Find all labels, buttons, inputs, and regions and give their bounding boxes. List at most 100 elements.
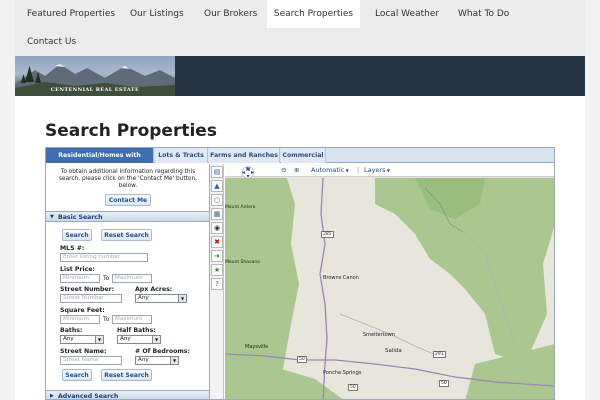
baths-label: Baths: (60, 327, 83, 334)
chevron-down-icon: ▼ (385, 168, 390, 173)
search-panel: To obtain additional information regardi… (46, 164, 210, 399)
sqft-to-text: To (103, 316, 110, 323)
help-icon[interactable]: ? (211, 278, 223, 290)
chart-bar-icon[interactable]: ▤ (211, 166, 223, 178)
property-search-app: Residential/Homes with Acreage Lots & Tr… (45, 147, 555, 400)
basic-search-header[interactable]: ▼ Basic Search (46, 211, 209, 222)
nav-label: Search Properties (273, 9, 354, 19)
map-type-label: Automatic (311, 166, 345, 174)
map-label-smeltertown: Smeltertown (363, 332, 395, 338)
map-view[interactable]: Browns Canon Smeltertown Salida Maysvill… (225, 164, 554, 399)
circle-icon[interactable]: ○ (211, 194, 223, 206)
page-title: Search Properties (45, 121, 217, 141)
tab-residential[interactable]: Residential/Homes with Acreage (46, 148, 154, 174)
nav-what-to-do[interactable]: What To Do (458, 9, 509, 19)
layers-label: Layers (364, 166, 386, 174)
category-tabs: Residential/Homes with Acreage Lots & Tr… (46, 148, 554, 174)
chevron-down-icon: ▼ (178, 295, 186, 302)
advanced-search-header[interactable]: ▶ Advanced Search (46, 390, 209, 399)
close-icon[interactable]: ✖ (211, 236, 223, 248)
select-value: Any (138, 357, 149, 363)
tab-lots-tracts[interactable]: Lots & Tracts (155, 148, 208, 163)
select-value: Any (138, 295, 149, 301)
nav-search-properties[interactable]: Search Properties (267, 0, 360, 28)
sqft-max-input[interactable]: Maximum (112, 315, 152, 324)
street-name-input[interactable]: Street Name (60, 356, 122, 365)
mls-label: MLS #: (60, 245, 85, 252)
expand-triangle-icon: ▶ (50, 393, 54, 399)
site-banner: CENTENNIAL REAL ESTATE (15, 56, 585, 96)
contact-info-text: To obtain additional information regardi… (59, 169, 197, 189)
nav-label: Featured Properties (27, 9, 116, 19)
apx-acres-select[interactable]: Any ▼ (135, 294, 187, 303)
apx-acres-label: Apx Acres: (135, 286, 173, 293)
road-shield-285: 285 (321, 231, 334, 238)
street-number-label: Street Number: (60, 286, 115, 293)
reset-search-button[interactable]: Reset Search (101, 229, 152, 241)
search-button[interactable]: Search (62, 229, 92, 241)
bedrooms-label: # Of Bedrooms: (135, 348, 190, 355)
nav-local-weather[interactable]: Local Weather (375, 9, 439, 19)
tab-commercial[interactable]: Commercial (281, 148, 326, 163)
map-toolbar: N ⊖ ⊕ Automatic ▼ | Layers ▼ (225, 164, 554, 179)
collapse-triangle-icon: ▼ (50, 214, 54, 220)
star-icon[interactable]: ★ (211, 264, 223, 276)
half-baths-label: Half Baths: (117, 327, 156, 334)
road-shield-50-b: 50 (348, 384, 358, 391)
nav-label: Local Weather (375, 9, 440, 19)
nav-label: What To Do (458, 9, 510, 19)
half-baths-select[interactable]: Any ▼ (117, 335, 161, 344)
map-label-mount-shavano: Mount Shavano (225, 260, 261, 265)
binoculars-icon[interactable]: ◉ (211, 222, 223, 234)
basic-search-title: Basic Search (58, 214, 103, 221)
select-value: Any (120, 336, 131, 342)
price-to-text: To (103, 275, 110, 282)
page: Featured Properties Our Listings Our Bro… (0, 0, 600, 400)
street-name-label: Street Name: (60, 348, 107, 355)
compass-control[interactable]: N (237, 164, 259, 179)
nav-featured-properties[interactable]: Featured Properties (27, 9, 115, 19)
nav-contact-us[interactable]: Contact Us (27, 37, 76, 47)
map-tool-strip: ▤ ▲ ○ ▦ ◉ ✖ ➜ ★ ? (210, 164, 224, 399)
terrain-map-image (225, 164, 554, 399)
nav-our-brokers[interactable]: Our Brokers (204, 9, 257, 19)
square-feet-label: Square Feet: (60, 307, 105, 314)
sqft-min-input[interactable]: Minimum (60, 315, 100, 324)
nav-label: Our Listings (130, 9, 184, 19)
select-value: Any (63, 336, 74, 342)
main-content: Search Properties Residential/Homes with… (15, 96, 585, 400)
zoom-out-icon[interactable]: ⊖ (281, 164, 286, 177)
chevron-down-icon: ▼ (344, 168, 349, 173)
grid-icon[interactable]: ▦ (211, 208, 223, 220)
search-button-bottom[interactable]: Search (62, 369, 92, 381)
road-shield-50-c: 50 (439, 380, 449, 387)
compass-north-label: N (246, 167, 251, 173)
baths-select[interactable]: Any ▼ (60, 335, 104, 344)
map-type-select[interactable]: Automatic ▼ (311, 164, 349, 177)
chart-area-icon[interactable]: ▲ (211, 180, 223, 192)
layers-menu[interactable]: Layers ▼ (364, 164, 390, 177)
road-shield-50-a: 50 (297, 356, 307, 363)
road-shield-291: 291 (433, 351, 446, 358)
logo-text: CENTENNIAL REAL ESTATE (50, 87, 140, 93)
price-max-input[interactable]: Maximum (112, 274, 152, 283)
mls-input[interactable]: Enter listing number (60, 253, 148, 262)
nav-our-listings[interactable]: Our Listings (130, 9, 184, 19)
main-nav: Featured Properties Our Listings Our Bro… (15, 0, 585, 56)
map-label-poncha-springs: Poncha Springs (323, 370, 362, 376)
contact-me-button[interactable]: Contact Me (105, 194, 151, 206)
bedrooms-select[interactable]: Any ▼ (135, 356, 179, 365)
separator: | (357, 166, 360, 174)
chevron-down-icon: ▼ (95, 336, 103, 343)
street-number-input[interactable]: Street Number (60, 294, 122, 303)
zoom-in-icon[interactable]: ⊕ (294, 164, 299, 177)
sign-icon[interactable]: ➜ (211, 250, 223, 262)
site-logo[interactable]: CENTENNIAL REAL ESTATE (15, 56, 175, 96)
price-min-input[interactable]: Minimum (60, 274, 100, 283)
reset-search-button-bottom[interactable]: Reset Search (101, 369, 152, 381)
map-label-mount-antero: Mount Antero (225, 205, 256, 210)
chevron-down-icon: ▼ (170, 357, 178, 364)
tab-farms-ranches[interactable]: Farms and Ranches (209, 148, 280, 163)
map-label-maysville: Maysville (245, 344, 269, 350)
list-price-label: List Price: (60, 266, 95, 273)
